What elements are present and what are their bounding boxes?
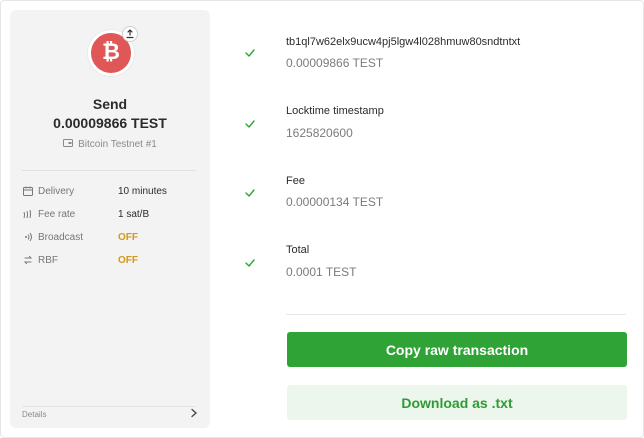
fee-value: 0.00000134 TEST xyxy=(286,195,384,209)
check-icon xyxy=(244,118,256,130)
locktime-value: 1625820600 xyxy=(286,126,353,140)
output-amount: 0.00009866 TEST xyxy=(286,56,384,70)
locktime-label: Locktime timestamp xyxy=(286,105,384,117)
divider xyxy=(286,314,626,315)
copy-raw-transaction-button[interactable]: Copy raw transaction xyxy=(287,332,627,367)
download-txt-button[interactable]: Download as .txt xyxy=(287,385,627,420)
wallet-icon xyxy=(63,138,74,150)
detail-value: OFF xyxy=(118,231,138,243)
details-link-label: Details xyxy=(22,409,47,419)
send-title: Send xyxy=(92,96,128,112)
calendar-icon xyxy=(22,185,34,197)
check-icon xyxy=(244,47,256,59)
total-value: 0.0001 TEST xyxy=(286,265,357,279)
rbf-icon xyxy=(22,254,34,266)
detail-label: Broadcast xyxy=(38,231,84,243)
detail-value: 1 sat/B xyxy=(118,208,150,220)
detail-value: 10 minutes xyxy=(118,185,167,197)
detail-row-broadcast: Broadcast OFF xyxy=(22,230,198,244)
fee-label: Fee xyxy=(286,175,305,187)
summary-panel: ₿ Send 0.00009866 TEST Bitcoin Testnet #… xyxy=(10,10,210,428)
divider xyxy=(22,170,196,171)
detail-value: OFF xyxy=(118,254,138,266)
send-arrow-icon xyxy=(122,26,138,42)
output-address: tb1ql7w62elx9ucw4pj5lgw4l028hmuw80sndtnt… xyxy=(286,36,521,48)
detail-row-rbf: RBF OFF xyxy=(22,253,198,267)
detail-label: Delivery xyxy=(38,185,75,197)
detail-row-fee-rate: Fee rate 1 sat/B xyxy=(22,207,198,221)
chevron-right-icon xyxy=(190,408,198,420)
account-name: Bitcoin Testnet #1 xyxy=(78,138,157,150)
details-link[interactable]: Details xyxy=(22,405,198,423)
check-icon xyxy=(244,187,256,199)
check-icon xyxy=(244,257,256,269)
detail-row-delivery: Delivery 10 minutes xyxy=(22,184,198,198)
fee-icon xyxy=(22,208,34,220)
detail-label: Fee rate xyxy=(38,208,76,220)
detail-label: RBF xyxy=(38,254,58,266)
account-label: Bitcoin Testnet #1 xyxy=(10,138,210,150)
send-amount: 0.00009866 TEST xyxy=(53,115,167,131)
total-label: Total xyxy=(286,244,310,256)
broadcast-icon xyxy=(22,231,34,243)
